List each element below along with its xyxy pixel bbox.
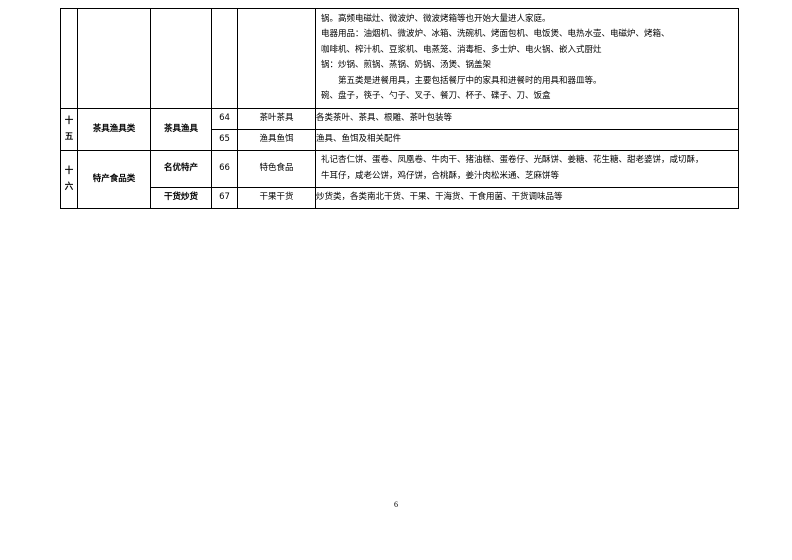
cell-item: 干果干货 — [237, 187, 316, 209]
cell-subcategory: 茶具渔具 — [150, 108, 212, 151]
cell-description: 渔具、鱼饵及相关配件 — [315, 129, 739, 151]
cell-subcategory: 干货炒货 — [150, 187, 212, 209]
cell-item — [237, 8, 316, 109]
description-line: 锅。高频电磁灶、微波炉、微波烤箱等也开始大量进人家庭。 — [321, 13, 551, 24]
cell-description: 锅。高频电磁灶、微波炉、微波烤箱等也开始大量进人家庭。 电器用品：油烟机、微波炉… — [315, 8, 739, 109]
cell-category-number: 十六 — [60, 150, 78, 209]
cell-category-number — [60, 8, 78, 109]
cell-index: 66 — [211, 150, 238, 188]
cell-category-name: 茶具渔具类 — [77, 108, 151, 151]
cell-item: 特色食品 — [237, 150, 316, 188]
description-line: 锅：炒锅、煎锅、蒸锅、奶锅、汤煲、锅盖架 — [321, 60, 492, 70]
cell-description: 礼记杏仁饼、蛋卷、凤凰卷、牛肉干、猪油糕、蛋卷仔、光酥饼、姜糖、花生糖、甜老婆饼… — [315, 150, 739, 188]
cell-category-name — [77, 8, 151, 109]
cell-item: 渔具鱼饵 — [237, 129, 316, 151]
cell-index: 64 — [211, 108, 238, 130]
description-line: 牛耳仔，咸老公饼，鸡仔饼，合桃酥，姜汁肉松米通、芝麻饼等 — [321, 170, 560, 181]
cell-category-number: 十五 — [60, 108, 78, 151]
table-row: 干货炒货 67 干果干货 炒货类，各类南北干货、干果、干海货、干食用菌、干货调味… — [61, 187, 739, 209]
cell-category-name: 特产食品类 — [77, 150, 151, 209]
cell-subcategory: 名优特产 — [150, 150, 212, 188]
cell-index: 65 — [211, 129, 238, 151]
cell-index: 67 — [211, 187, 238, 209]
table-row: 十五 茶具渔具类 茶具渔具 64 茶叶茶具 各类茶叶、茶具、根雕、茶叶包装等 — [60, 108, 739, 151]
product-category-table: 锅。高频电磁灶、微波炉、微波烤箱等也开始大量进人家庭。 电器用品：油烟机、微波炉… — [60, 8, 739, 209]
description-line: 礼记杏仁饼、蛋卷、凤凰卷、牛肉干、猪油糕、蛋卷仔、光酥饼、姜糖、花生糖、甜老婆饼… — [321, 155, 704, 165]
description-line: 碗、盘子，筷子、勺子、叉子、餐刀、杯子、碟子、刀、饭盒 — [321, 91, 551, 101]
description-line: 电器用品：油烟机、微波炉、冰箱、洗碗机、烤面包机、电饭煲、电热水壶、电磁炉、烤箱… — [321, 29, 670, 39]
description-text-block: 礼记杏仁饼、蛋卷、凤凰卷、牛肉干、猪油糕、蛋卷仔、光酥饼、姜糖、花生糖、甜老婆饼… — [316, 151, 738, 187]
cell-description: 炒货类，各类南北干货、干果、干海货、干食用菌、干货调味品等 — [315, 187, 739, 209]
cell-description: 各类茶叶、茶具、根雕、茶叶包装等 — [315, 108, 739, 130]
cell-subcategory — [150, 8, 212, 109]
description-line: 咖啡机、榨汁机、豆浆机、电蒸笼、消毒柜、多士炉、电火锅、嵌入式厨灶 — [321, 44, 602, 55]
table-row: 锅。高频电磁灶、微波炉、微波烤箱等也开始大量进人家庭。 电器用品：油烟机、微波炉… — [60, 8, 739, 109]
cell-item: 茶叶茶具 — [237, 108, 316, 130]
description-text-block: 锅。高频电磁灶、微波炉、微波烤箱等也开始大量进人家庭。 电器用品：油烟机、微波炉… — [316, 10, 738, 108]
table-row: 十六 特产食品类 名优特产 66 特色食品 礼记杏仁饼、蛋卷、凤凰卷、牛肉干、猪… — [60, 150, 739, 209]
table-body: 锅。高频电磁灶、微波炉、微波烤箱等也开始大量进人家庭。 电器用品：油烟机、微波炉… — [60, 8, 739, 209]
page-number: 6 — [394, 500, 398, 509]
document-page: 锅。高频电磁灶、微波炉、微波烤箱等也开始大量进人家庭。 电器用品：油烟机、微波炉… — [0, 0, 792, 560]
cell-index — [211, 8, 238, 109]
description-line: 第五类是进餐用具，主要包括餐厅中的家具和进餐时的用具和器皿等。 — [338, 75, 602, 86]
